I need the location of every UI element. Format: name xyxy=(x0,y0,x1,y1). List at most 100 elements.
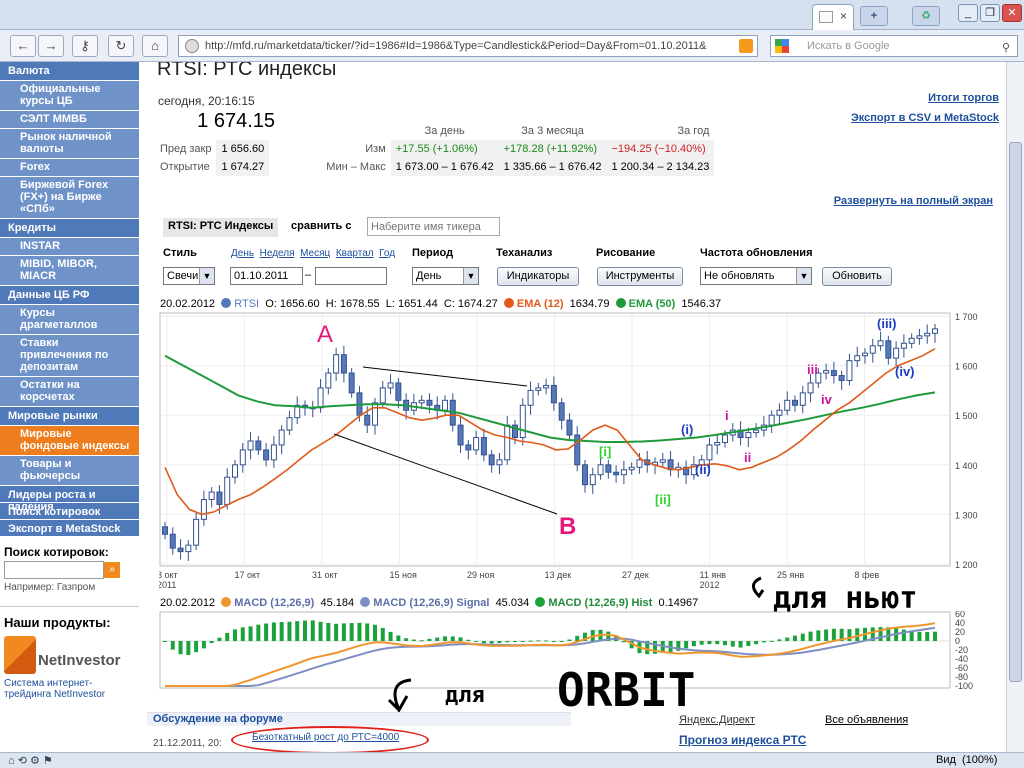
netinvestor-logo-icon xyxy=(4,636,36,674)
sidebar-section-head[interactable]: Данные ЦБ РФ xyxy=(0,286,139,305)
macd-hist-bar xyxy=(489,641,494,644)
macd-hist-bar xyxy=(513,641,517,643)
reload-icon[interactable]: ↻ xyxy=(108,35,134,57)
forum-post-link[interactable]: Безоткатный рост до РТС=4000 xyxy=(252,732,399,743)
recycle-bin-icon[interactable]: ♻ xyxy=(912,6,940,26)
sidebar-item[interactable]: INSTAR xyxy=(0,238,139,256)
sidebar-item[interactable]: Рынок наличной валюты xyxy=(0,129,139,159)
period-month-link[interactable]: Месяц xyxy=(300,248,330,259)
rss-icon[interactable] xyxy=(739,39,753,53)
close-window-button[interactable]: ✕ xyxy=(1002,4,1022,22)
chevron-down-icon: ▼ xyxy=(796,268,811,284)
sidebar-item[interactable]: Товары и фьючерсы xyxy=(0,456,139,486)
period-select[interactable]: День ▼ xyxy=(412,267,479,285)
sidebar-item[interactable]: Биржевой Forex (FX+) на Бирже «СПб» xyxy=(0,177,139,219)
sidebar-item[interactable]: Курсы драгметаллов xyxy=(0,305,139,335)
address-bar[interactable]: http://mfd.ru/marketdata/ticker/?id=1986… xyxy=(178,35,758,57)
browser-tab-active[interactable]: × xyxy=(812,4,854,30)
candle xyxy=(597,464,604,476)
period-year-link[interactable]: Год xyxy=(379,248,395,259)
ticker-tab[interactable]: RTSI: РТС Индексы xyxy=(163,218,279,237)
to-date-input[interactable] xyxy=(315,267,387,285)
note-orbit-word: ORBIT xyxy=(557,663,695,717)
period-day-link[interactable]: День xyxy=(231,248,254,259)
minimize-button[interactable]: _ xyxy=(958,4,978,22)
key-icon[interactable]: ⚷ xyxy=(72,35,98,57)
candle xyxy=(348,372,355,394)
search-placeholder: Искать в Google xyxy=(807,40,890,52)
style-select[interactable]: Свечи ▼ xyxy=(163,267,215,285)
sidebar-link[interactable]: Лидеры роста и падения xyxy=(0,486,139,513)
macd-hist-bar xyxy=(520,641,525,642)
candle xyxy=(372,402,378,426)
candle xyxy=(792,399,798,406)
macd-hist-bar xyxy=(404,638,409,641)
sidebar-section-head[interactable]: Мировые рынки xyxy=(0,407,139,426)
candle xyxy=(263,449,270,461)
legend-hist: MACD (12,26,9) Hist xyxy=(548,597,653,609)
fullscreen-link[interactable]: Развернуть на полный экран xyxy=(834,195,993,207)
search-icon[interactable]: ⚲ xyxy=(997,38,1015,54)
search-go-icon[interactable]: » xyxy=(104,562,120,578)
refresh-button[interactable]: Обновить xyxy=(822,267,892,286)
indicators-button[interactable]: Индикаторы xyxy=(497,267,579,286)
maximize-button[interactable]: ❐ xyxy=(980,4,1000,22)
netinvestor-text[interactable]: Система интернет-трейдинга NetInvestor xyxy=(0,678,139,700)
macd-hist-bar xyxy=(201,641,206,649)
sidebar-item[interactable]: СЭЛТ ММВБ xyxy=(0,111,139,129)
macd-hist-bar xyxy=(450,636,455,641)
forward-icon[interactable]: → xyxy=(38,35,64,57)
change-label: Изм xyxy=(365,143,386,155)
candle xyxy=(333,354,340,374)
macd-hist-bar xyxy=(396,635,401,641)
vertical-scrollbar[interactable] xyxy=(1006,62,1024,752)
sidebar-item[interactable]: Мировые фондовые индексы xyxy=(0,426,139,456)
forum-title[interactable]: Обсуждение на форуме xyxy=(147,712,571,726)
date-dash: – xyxy=(305,269,312,281)
export-link[interactable]: Экспорт в CSV и MetaStock xyxy=(851,112,999,124)
close-tab-icon[interactable]: × xyxy=(840,9,847,23)
period-week-link[interactable]: Неделя xyxy=(260,248,295,259)
home-icon[interactable]: ⌂ xyxy=(142,35,168,57)
sidebar-item[interactable]: Остатки на корсчетах xyxy=(0,377,139,407)
forecast-link[interactable]: Прогноз индекса РТС xyxy=(679,733,806,747)
sidebar-section-head[interactable]: Валюта xyxy=(0,62,139,81)
refresh-select[interactable]: Не обновлять ▼ xyxy=(700,267,812,285)
candle xyxy=(177,547,184,553)
macd-hist-bar xyxy=(730,641,735,647)
sidebar-item[interactable]: Ставки привлечения по депозитам xyxy=(0,335,139,377)
candle xyxy=(830,370,837,377)
results-link[interactable]: Итоги торгов xyxy=(928,92,999,104)
macd-hist-bar xyxy=(240,627,245,641)
period-quarter-link[interactable]: Квартал xyxy=(336,248,374,259)
prev-close-label: Пред закр xyxy=(160,143,212,155)
sidebar-section-head[interactable]: Кредиты xyxy=(0,219,139,238)
sidebar-item[interactable]: MIBID, MIBOR, MIACR xyxy=(0,256,139,286)
candle xyxy=(379,387,386,404)
candle xyxy=(457,424,464,446)
back-icon[interactable]: ← xyxy=(10,35,36,57)
scrollbar-thumb[interactable] xyxy=(1009,142,1022,682)
sidebar-item[interactable]: Forex xyxy=(0,159,139,177)
search-box[interactable]: Искать в Google ⚲ xyxy=(770,35,1018,57)
prev-close-value: 1 656.60 xyxy=(216,140,270,158)
yandex-direct-link[interactable]: Яндекс.Директ xyxy=(679,714,755,726)
legend-ema50-val: 1546.37 xyxy=(681,298,722,310)
all-ads-link[interactable]: Все объявления xyxy=(825,714,908,726)
minmax-day: 1 673.00 – 1 676.42 xyxy=(390,158,499,176)
macd-hist-bar xyxy=(295,621,300,641)
netinvestor-logo[interactable]: NetInvestor xyxy=(0,634,139,678)
candle xyxy=(768,414,775,426)
zoom-value[interactable]: (100%) xyxy=(962,754,997,766)
sidebar-item[interactable]: Официальные курсы ЦБ xyxy=(0,81,139,111)
tools-button[interactable]: Инструменты xyxy=(597,267,683,286)
candle xyxy=(340,354,347,374)
sidebar-link[interactable]: Поиск котировок xyxy=(0,503,139,520)
macd-hist-bar xyxy=(435,637,440,641)
quote-search-input[interactable] xyxy=(4,561,104,579)
new-tab-button[interactable]: + xyxy=(860,6,888,26)
from-date-input[interactable]: 01.10.2011 xyxy=(230,267,303,285)
compare-input[interactable] xyxy=(367,217,500,236)
candle xyxy=(426,399,433,406)
sidebar-link[interactable]: Экспорт в MetaStock xyxy=(0,520,139,537)
